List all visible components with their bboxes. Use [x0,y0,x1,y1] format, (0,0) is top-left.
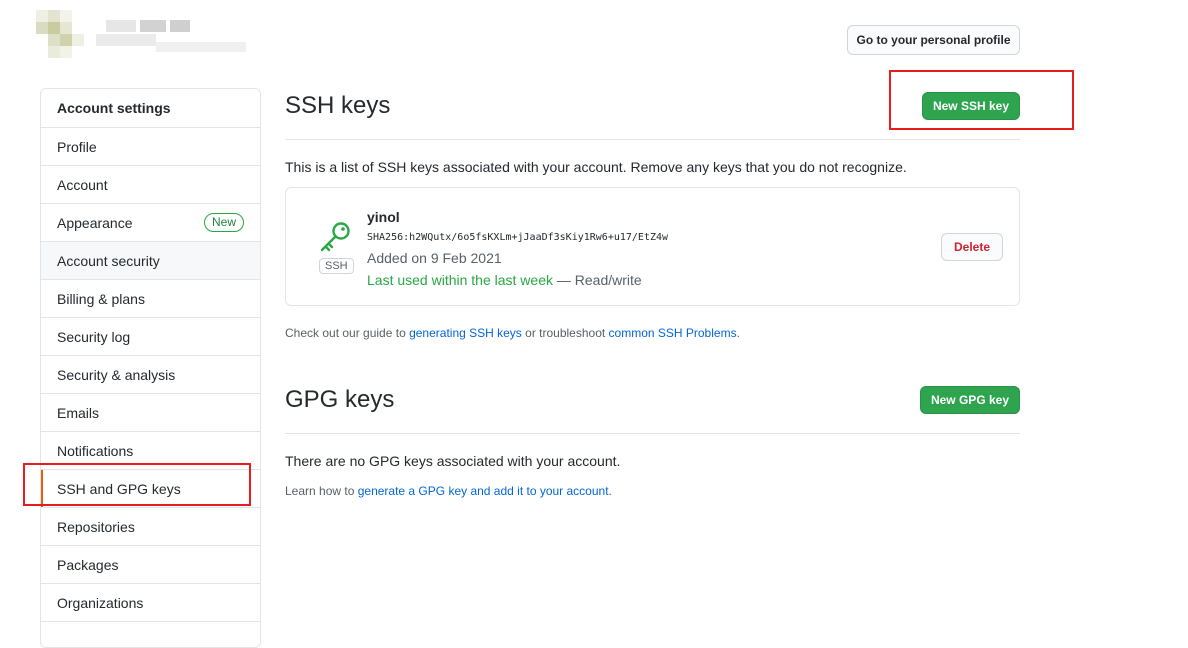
sidebar-item-appearance[interactable]: Appearance New [41,204,260,242]
ssh-description: This is a list of SSH keys associated wi… [285,159,907,175]
ssh-divider [285,139,1020,140]
sidebar-item-profile[interactable]: Profile [41,128,260,166]
avatar[interactable] [36,10,84,58]
sidebar-item-label: Account security [57,252,160,269]
gpg-help-text: Learn how to generate a GPG key and add … [285,484,612,498]
common-ssh-problems-link[interactable]: common SSH Problems [609,326,737,340]
sidebar-item-packages[interactable]: Packages [41,546,260,584]
sidebar-item-label: Security & analysis [57,366,176,383]
ssh-keys-heading: SSH keys [285,92,391,119]
ssh-key-name: yinol [367,209,400,225]
sidebar-item-emails[interactable]: Emails [41,394,260,432]
sidebar-item-label: Notifications [57,442,134,459]
ssh-help-text: Check out our guide to generating SSH ke… [285,326,740,340]
sidebar-item-label: Repositories [57,518,135,535]
help-suffix: . [736,326,740,340]
ssh-key-entry: SSH yinol SHA256:h2WQutx/6o5fsKXLm+jJaaD… [285,187,1020,306]
gpg-keys-heading: GPG keys [285,386,395,413]
key-icon [320,222,350,252]
help-suffix: . [608,484,612,498]
new-badge: New [203,213,244,232]
sidebar-item-label: Organizations [57,594,144,611]
settings-sidebar: Account settings Profile Account Appeara… [40,88,261,648]
sidebar-item-account[interactable]: Account [41,166,260,204]
sidebar-item-label: Profile [57,138,97,155]
new-ssh-key-button[interactable]: New SSH key [922,92,1020,120]
sidebar-item-label: Billing & plans [57,290,145,307]
delete-ssh-key-button[interactable]: Delete [941,233,1003,261]
sidebar-item-organizations[interactable]: Organizations [41,584,260,622]
sidebar-item-label: Security log [57,328,131,345]
ssh-key-last-used: Last used within the last week — Read/wr… [367,272,642,288]
sidebar-item-security-analysis[interactable]: Security & analysis [41,356,260,394]
sidebar-item-label: Appearance [57,214,133,231]
generate-gpg-key-link[interactable]: generate a GPG key and add it to your ac… [358,484,609,498]
generating-ssh-keys-link[interactable]: generating SSH keys [409,326,522,340]
sidebar-item-label: Account [57,176,108,193]
personal-profile-button[interactable]: Go to your personal profile [847,25,1020,55]
last-used-text: Last used within the last week [367,272,553,288]
new-gpg-key-button[interactable]: New GPG key [920,386,1020,414]
sidebar-item-label: Packages [57,556,119,573]
sidebar-item-account-security[interactable]: Account security [41,242,260,280]
sidebar-item-billing[interactable]: Billing & plans [41,280,260,318]
annotation-highlight-sidebar [23,463,251,506]
gpg-divider [285,433,1020,434]
gpg-empty-text: There are no GPG keys associated with yo… [285,453,621,469]
sidebar-title: Account settings [41,89,260,128]
ssh-type-label: SSH [319,258,354,274]
ssh-key-fingerprint: SHA256:h2WQutx/6o5fsKXLm+jJaaDf3sKiy1Rw6… [367,232,669,243]
help-prefix: Check out our guide to [285,326,410,340]
username-blurred [96,20,246,58]
sidebar-item-security-log[interactable]: Security log [41,318,260,356]
sidebar-item-label: Emails [57,404,100,421]
help-middle: or troubleshoot [521,326,609,340]
sidebar-item-repositories[interactable]: Repositories [41,508,260,546]
help-prefix: Learn how to [285,484,358,498]
ssh-key-added-date: Added on 9 Feb 2021 [367,250,502,266]
access-text: — Read/write [553,272,642,288]
